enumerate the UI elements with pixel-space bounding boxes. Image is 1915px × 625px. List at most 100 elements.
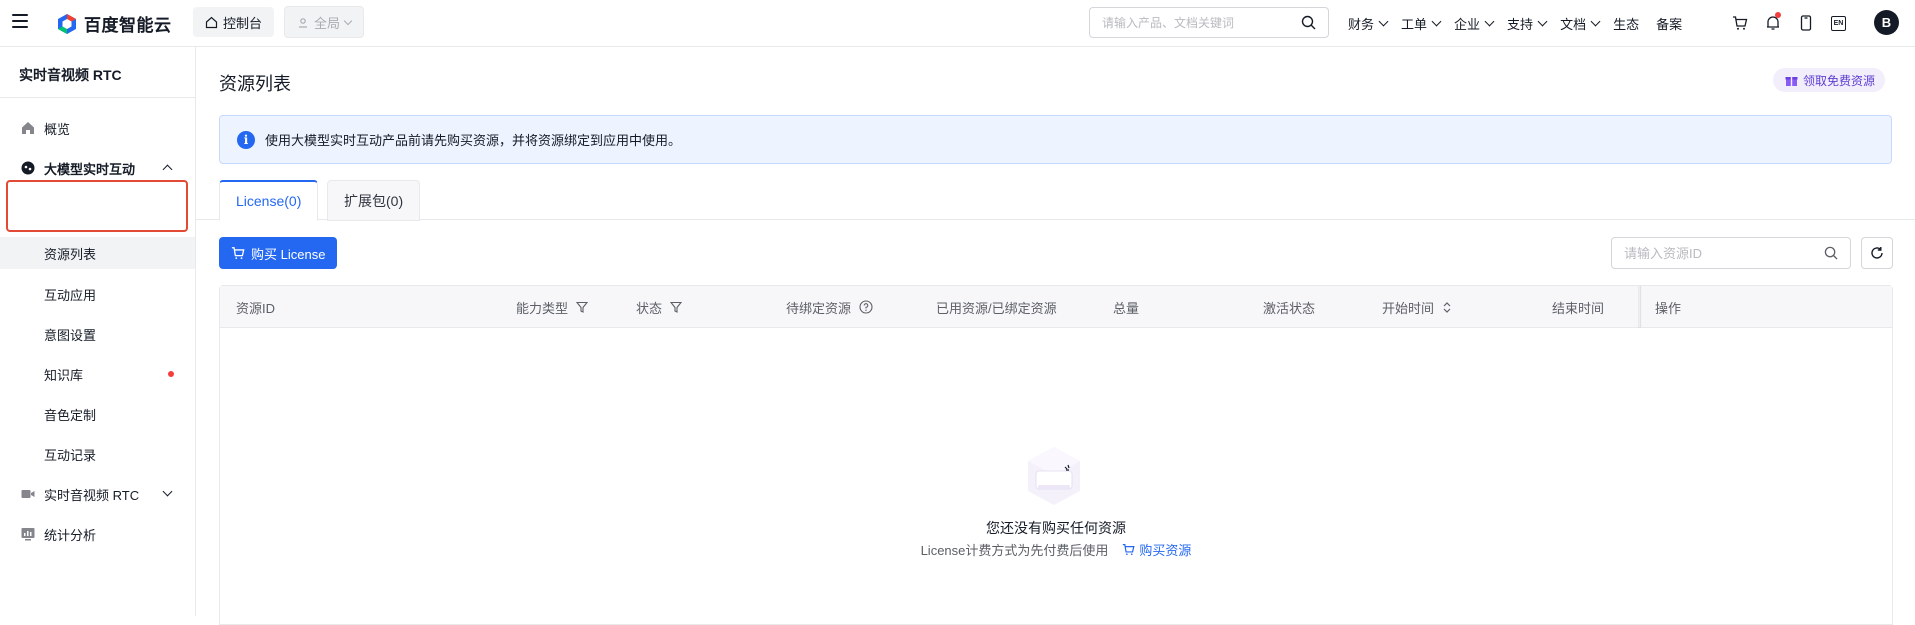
buy-resource-label: 购买资源 <box>1139 543 1192 558</box>
nav-ecosystem[interactable]: 生态 <box>1613 14 1639 33</box>
column-label: 总量 <box>1113 300 1140 316</box>
nav-icp[interactable]: 备案 <box>1656 14 1682 33</box>
nav-docs[interactable]: 文档 <box>1560 14 1601 33</box>
column-divider <box>1640 286 1641 328</box>
filter-icon[interactable] <box>670 301 683 313</box>
column-label: 开始时间 <box>1382 300 1435 316</box>
filter-icon[interactable] <box>576 301 589 313</box>
table-header: 资源ID 能力类型 状态 待绑定资源 已用资源/已绑定资源 总量 激活状态 开始… <box>220 286 1892 328</box>
column-used-bound: 已用资源/已绑定资源 <box>936 286 1057 328</box>
empty-description: License计费方式为先付费后使用 购买资源 <box>220 540 1892 559</box>
new-badge-dot <box>168 371 174 377</box>
ai-icon <box>21 161 35 175</box>
location-icon <box>299 18 307 28</box>
sidebar-item-label: 大模型实时互动 <box>44 161 136 177</box>
logo[interactable]: 百度智能云 <box>56 11 172 36</box>
chevron-down-icon <box>1537 16 1548 26</box>
chevron-down-icon <box>1431 16 1442 26</box>
sidebar-item-stats[interactable]: 统计分析 <box>0 518 195 550</box>
gift-icon <box>1785 76 1798 86</box>
column-label: 状态 <box>636 300 663 316</box>
column-activation: 激活状态 <box>1263 286 1315 328</box>
nav-enterprise[interactable]: 企业 <box>1454 14 1495 33</box>
search-icon[interactable] <box>1824 246 1838 260</box>
refresh-button[interactable] <box>1861 237 1893 269</box>
column-label: 结束时间 <box>1552 300 1605 316</box>
resource-search-input[interactable] <box>1624 245 1824 261</box>
cart-icon[interactable] <box>1732 15 1748 31</box>
column-label: 激活状态 <box>1263 300 1316 316</box>
main-content: 资源列表 领取免费资源 i 使用大模型实时互动产品前请先购买资源，并将资源绑定到… <box>196 47 1915 625</box>
nav-label: 企业 <box>1454 16 1481 32</box>
sidebar-item-label: 互动应用 <box>44 287 97 303</box>
empty-desc-text: License计费方式为先付费后使用 <box>920 543 1109 558</box>
top-bar: 百度智能云 控制台 全局 财务 工单 企业 支持 文档 生态 备案 EN <box>0 0 1915 47</box>
sidebar-item-label: 意图设置 <box>44 327 97 343</box>
column-resource-id: 资源ID <box>236 286 275 328</box>
chevron-down-icon <box>162 486 173 497</box>
column-start-time: 开始时间 <box>1382 286 1452 328</box>
sidebar-item-knowledge-base[interactable]: 知识库 <box>0 358 195 390</box>
nav-support[interactable]: 支持 <box>1507 14 1548 33</box>
sidebar-item-label: 概览 <box>44 121 71 137</box>
sidebar-item-label: 音色定制 <box>44 407 97 423</box>
column-label: 资源ID <box>236 300 276 316</box>
column-actions: 操作 <box>1655 286 1681 328</box>
resource-table: 资源ID 能力类型 状态 待绑定资源 已用资源/已绑定资源 总量 激活状态 开始… <box>219 285 1893 625</box>
chevron-up-icon <box>162 164 173 175</box>
empty-title: 您还没有购买任何资源 <box>986 520 1126 536</box>
free-resource-button[interactable]: 领取免费资源 <box>1773 68 1886 92</box>
sidebar-item-records[interactable]: 互动记录 <box>0 438 195 470</box>
sidebar-item-rtc[interactable]: 实时音视频 RTC <box>0 478 195 510</box>
logo-icon <box>58 13 76 34</box>
column-end-time: 结束时间 <box>1552 286 1604 328</box>
info-icon: i <box>237 130 255 149</box>
column-label: 待绑定资源 <box>786 300 852 316</box>
buy-resource-link[interactable]: 购买资源 <box>1122 540 1191 559</box>
chevron-down-icon <box>343 16 353 25</box>
column-status: 状态 <box>636 286 683 328</box>
resource-search[interactable] <box>1611 237 1851 269</box>
home-icon <box>22 122 34 134</box>
notification-dot <box>1775 12 1781 18</box>
tab-label: License(0) <box>236 193 302 209</box>
menu-icon[interactable] <box>12 14 28 28</box>
tab-expansion[interactable]: 扩展包(0) <box>327 180 421 221</box>
mobile-icon[interactable] <box>1798 15 1814 31</box>
sidebar-item-label: 互动记录 <box>44 447 97 463</box>
search-icon[interactable] <box>1301 15 1316 30</box>
highlight-box <box>6 180 188 232</box>
nav-ticket[interactable]: 工单 <box>1401 14 1442 33</box>
avatar[interactable]: B <box>1874 10 1899 35</box>
sidebar-item-label: 知识库 <box>44 367 84 383</box>
global-search[interactable] <box>1089 7 1329 38</box>
buy-license-label: 购买 License <box>251 246 326 262</box>
sidebar-item-label: 资源列表 <box>44 246 97 262</box>
column-total: 总量 <box>1113 286 1139 328</box>
refresh-icon <box>1871 247 1883 259</box>
nav-finance[interactable]: 财务 <box>1348 14 1389 33</box>
sidebar-item-resource-list[interactable]: 资源列表 <box>0 237 195 269</box>
global-search-input[interactable] <box>1102 15 1301 30</box>
sidebar-item-intent[interactable]: 意图设置 <box>0 318 195 350</box>
help-icon[interactable] <box>859 300 873 314</box>
chevron-down-icon <box>1378 16 1389 26</box>
console-button[interactable]: 控制台 <box>193 7 275 37</box>
sort-icon[interactable] <box>1442 301 1452 314</box>
logo-text: 百度智能云 <box>84 16 172 35</box>
nav-label: 生态 <box>1613 16 1640 32</box>
bell-icon[interactable] <box>1765 12 1781 31</box>
console-label: 控制台 <box>223 15 263 31</box>
top-nav: 财务 工单 企业 支持 文档 生态 备案 <box>1348 0 1696 46</box>
sidebar-item-voice[interactable]: 音色定制 <box>0 398 195 430</box>
column-pending-binding: 待绑定资源 <box>786 286 873 328</box>
language-icon[interactable]: EN <box>1831 15 1846 31</box>
sidebar-item-apps[interactable]: 互动应用 <box>0 278 195 310</box>
sidebar-item-label: 统计分析 <box>44 527 97 543</box>
nav-label: 支持 <box>1507 16 1534 32</box>
region-select[interactable]: 全局 <box>284 6 365 38</box>
buy-license-button[interactable]: 购买 License <box>219 237 338 269</box>
tab-license[interactable]: License(0) <box>219 180 319 221</box>
sidebar-item-overview[interactable]: 概览 <box>0 112 195 144</box>
info-notice: i 使用大模型实时互动产品前请先购买资源，并将资源绑定到应用中使用。 <box>219 115 1892 164</box>
